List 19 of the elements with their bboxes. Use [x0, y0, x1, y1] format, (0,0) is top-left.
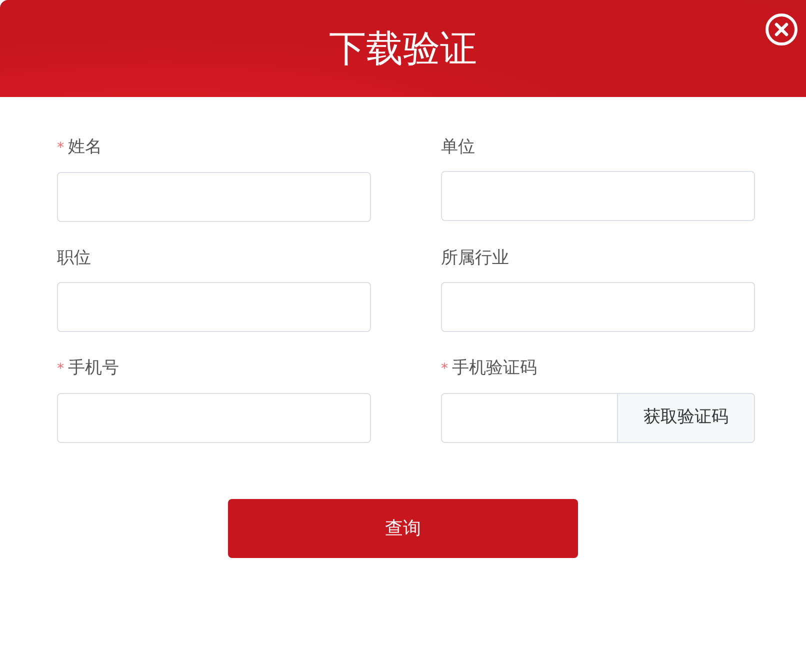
field-label: 所属行业	[441, 247, 509, 270]
required-mark: *	[57, 360, 64, 379]
required-mark: *	[57, 139, 64, 158]
dialog-title: 下载验证	[329, 30, 477, 67]
input-field[interactable]	[57, 393, 371, 443]
input-field[interactable]	[441, 393, 617, 443]
field-label: 手机验证码	[452, 357, 537, 380]
required-mark: *	[441, 360, 448, 379]
field-label: 职位	[57, 247, 91, 270]
submit-button[interactable]: 查询	[228, 499, 578, 558]
field-label: 姓名	[68, 136, 102, 159]
input-field[interactable]	[57, 282, 371, 332]
input-field[interactable]	[441, 282, 755, 332]
get-code-button[interactable]: 获取验证码	[617, 393, 755, 443]
field-label: 手机号	[68, 357, 119, 380]
input-field[interactable]	[441, 171, 755, 221]
input-field[interactable]	[57, 172, 371, 222]
close-icon[interactable]	[765, 13, 798, 46]
field-label: 单位	[441, 136, 475, 159]
